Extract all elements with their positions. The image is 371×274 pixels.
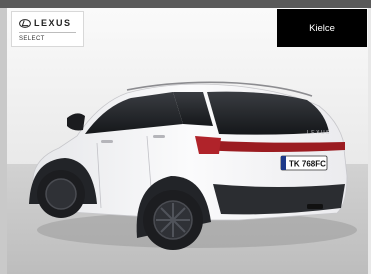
- tailgate-badge: LEXUS: [307, 130, 331, 136]
- license-plate-eu-band: [281, 156, 286, 170]
- lexus-wordmark: LEXUS: [34, 18, 72, 28]
- listing-gallery: LEXUS TK 768FC LEXUS SELECT Kielce: [0, 0, 371, 274]
- lexus-logo: LEXUS: [19, 17, 72, 29]
- exhaust: [307, 204, 323, 209]
- dealer-logo-card: LEXUS SELECT: [11, 11, 84, 47]
- car-photo: LEXUS TK 768FC: [7, 8, 368, 274]
- previous-image-peek[interactable]: [0, 8, 7, 274]
- logo-divider: [19, 32, 76, 33]
- location-label: Kielce: [309, 22, 335, 34]
- door-handle-rear: [153, 135, 165, 138]
- lexus-emblem-icon: [19, 18, 31, 28]
- front-rim: [45, 178, 77, 210]
- license-plate-text: TK 768FC: [289, 160, 326, 169]
- top-edge: [0, 0, 371, 8]
- rear-rim-spokes: [156, 203, 190, 237]
- logo-subtitle: SELECT: [19, 36, 45, 42]
- location-button[interactable]: Kielce: [277, 9, 367, 47]
- door-handle-front: [101, 140, 113, 143]
- taillight-left: [195, 136, 221, 154]
